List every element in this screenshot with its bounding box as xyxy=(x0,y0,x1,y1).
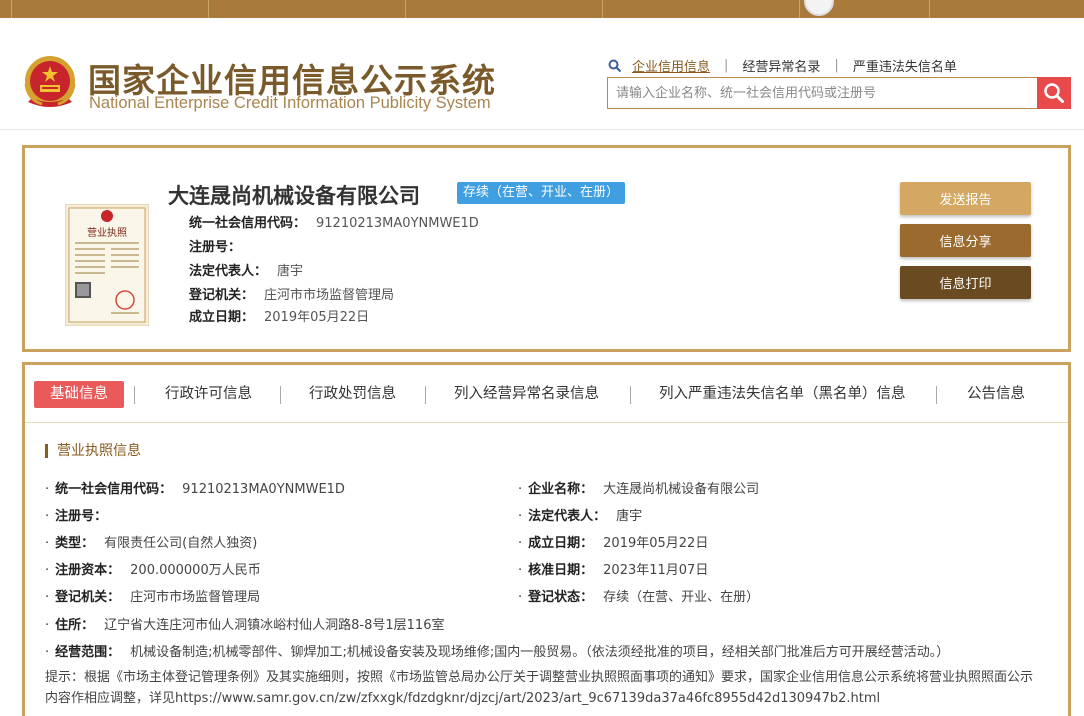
top-navigation-bar xyxy=(0,0,1084,18)
field-capital: · 注册资本： 200.000000万人民币 xyxy=(45,563,261,578)
notice-text: 提示：根据《市场主体登记管理条例》及其实施细则，按照《市场监管总局办公厅关于调整… xyxy=(45,670,1034,706)
search-bar xyxy=(607,77,1071,109)
search-input[interactable] xyxy=(608,78,1037,108)
summary-established-date: 成立日期： 2019年05月22日 xyxy=(189,310,370,325)
divider: | xyxy=(724,58,729,73)
nav-item[interactable] xyxy=(209,0,406,18)
search-icon xyxy=(1044,83,1064,103)
share-button[interactable]: 信息分享 xyxy=(900,224,1031,257)
search-icon xyxy=(608,59,622,72)
tab-admin-penalty[interactable]: 行政处罚信息 xyxy=(309,381,396,408)
national-emblem-icon xyxy=(24,56,76,107)
field-business-scope: · 经营范围： 机械设备制造;机械零部件、铆焊加工;机械设备安装及现场维修;国内一般… xyxy=(45,645,950,660)
site-title-english: National Enterprise Credit Information P… xyxy=(89,94,491,112)
summary-reg-number: 注册号： xyxy=(189,240,242,255)
field-reg-status: · 登记状态： 存续（在营、开业、在册） xyxy=(518,590,760,605)
divider xyxy=(936,386,937,404)
svg-text:营业执照: 营业执照 xyxy=(87,226,127,239)
link-abnormal-list[interactable]: 经营异常名录 xyxy=(742,56,820,75)
divider: | xyxy=(834,58,839,73)
nav-cell xyxy=(0,0,12,18)
tab-announcements[interactable]: 公告信息 xyxy=(967,381,1025,408)
detail-panel: 基础信息 行政许可信息 行政处罚信息 列入经营异常名录信息 列入严重违法失信名单… xyxy=(22,362,1071,716)
tab-bar: 基础信息 行政许可信息 行政处罚信息 列入经营异常名录信息 列入严重违法失信名单… xyxy=(25,365,1068,423)
field-established-date: · 成立日期： 2019年05月22日 xyxy=(518,536,709,551)
field-address: · 住所： 辽宁省大连庄河市仙人洞镇冰峪村仙人洞路8-8号1层116室 xyxy=(45,618,445,633)
divider xyxy=(134,386,135,404)
tab-abnormal-list[interactable]: 列入经营异常名录信息 xyxy=(454,381,599,408)
field-credit-code: · 统一社会信用代码： 91210213MA0YNMWE1D xyxy=(45,482,345,497)
divider xyxy=(425,386,426,404)
divider xyxy=(630,386,631,404)
nav-item[interactable] xyxy=(406,0,603,18)
print-button[interactable]: 信息打印 xyxy=(900,266,1031,299)
nav-item[interactable] xyxy=(12,0,209,18)
business-license-icon: 营业执照 xyxy=(65,204,149,326)
field-legal-rep: · 法定代表人： 唐宇 xyxy=(518,509,643,524)
summary-legal-rep: 法定代表人： 唐宇 xyxy=(189,264,304,279)
user-avatar[interactable] xyxy=(804,0,834,16)
tab-blacklist[interactable]: 列入严重违法失信名单（黑名单）信息 xyxy=(659,381,906,408)
field-reg-number: · 注册号： xyxy=(45,509,108,524)
tab-admin-license[interactable]: 行政许可信息 xyxy=(165,381,252,408)
summary-reg-authority: 登记机关： 庄河市市场监督管理局 xyxy=(189,288,395,303)
field-approval-date: · 核准日期： 2023年11月07日 xyxy=(518,563,709,578)
field-company-name: · 企业名称： 大连晟尚机械设备有限公司 xyxy=(518,482,760,497)
section-title: 营业执照信息 xyxy=(45,444,141,458)
link-blacklist[interactable]: 严重违法失信名单 xyxy=(853,56,957,75)
company-name: 大连晟尚机械设备有限公司 xyxy=(168,184,420,208)
divider xyxy=(280,386,281,404)
nav-item[interactable] xyxy=(603,0,800,18)
send-report-button[interactable]: 发送报告 xyxy=(900,182,1031,215)
company-summary-card: 营业执照 大连晟尚机械设备有限公司 存续（在营、开业、在册） 统一社会信用代码：… xyxy=(22,145,1071,352)
site-header: 国家企业信用信息公示系统 National Enterprise Credit … xyxy=(0,18,1084,130)
summary-credit-code: 统一社会信用代码： 91210213MA0YNMWE1D xyxy=(189,216,479,231)
tab-basic-info[interactable]: 基础信息 xyxy=(34,381,124,408)
link-enterprise-credit[interactable]: 企业信用信息 xyxy=(632,56,710,75)
field-type: · 类型： 有限责任公司(自然人独资) xyxy=(45,536,258,551)
nav-item-user[interactable] xyxy=(800,0,930,18)
field-reg-authority: · 登记机关： 庄河市市场监督管理局 xyxy=(45,590,261,605)
search-button[interactable] xyxy=(1037,77,1071,109)
status-badge: 存续（在营、开业、在册） xyxy=(457,182,626,204)
quick-links: 企业信用信息 | 经营异常名录 | 严重违法失信名单 xyxy=(608,56,957,75)
